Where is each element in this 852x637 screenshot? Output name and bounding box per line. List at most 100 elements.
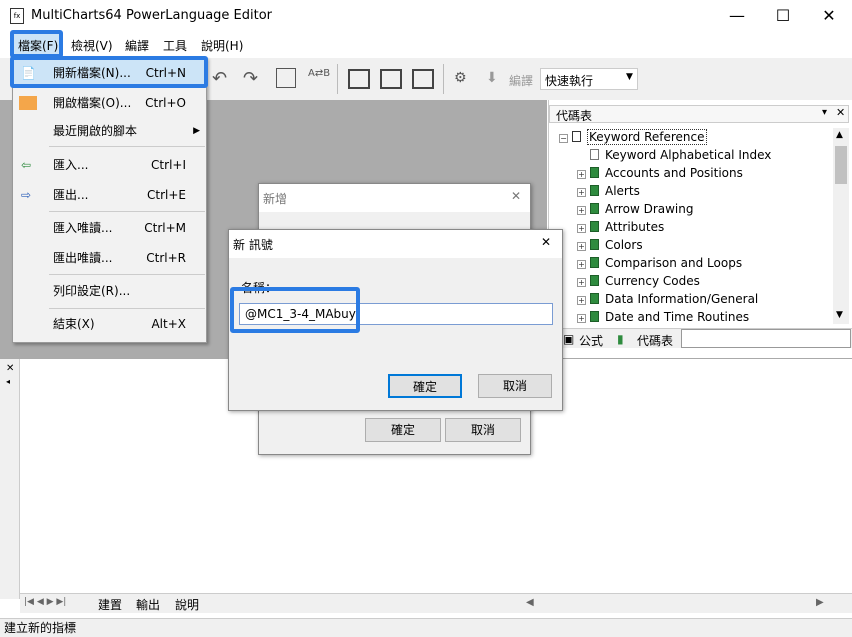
menu-item-import-readonly-shortcut: Ctrl+M — [144, 221, 186, 235]
tab-formula[interactable]: 公式 — [579, 332, 603, 349]
hscroll-right-icon[interactable]: ▶ — [816, 597, 824, 608]
menu-item-export-readonly-shortcut: Ctrl+R — [146, 251, 186, 265]
new-dialog-ok-button[interactable]: 確定 — [365, 418, 441, 442]
menu-item-recent-label: 最近開啟的腳本 — [53, 124, 138, 138]
book-icon — [590, 275, 599, 286]
tab-nav-icon[interactable]: |◀ ◀ ▶ ▶| — [24, 597, 66, 607]
tree-scrollbar[interactable]: ▲ ▼ — [833, 128, 849, 324]
submenu-arrow-icon: ▶ — [193, 126, 200, 136]
tree-item[interactable]: + Accounts and Positions — [577, 164, 743, 182]
menu-item-export-readonly[interactable]: 匯出唯讀... Ctrl+R — [13, 245, 206, 271]
import-icon: ⇦ — [21, 158, 32, 172]
compile-gear-icon[interactable]: ⚙ — [454, 70, 467, 86]
status-bar: 建立新的指標 — [0, 618, 852, 637]
tree-item[interactable]: + Data Information/General — [577, 290, 758, 308]
menu-item-open[interactable]: 開啟檔案(O)... Ctrl+O — [13, 90, 206, 116]
replace-icon[interactable]: A⇄B — [308, 68, 330, 79]
output-pin-icon[interactable]: ◂ — [6, 377, 10, 386]
tree-item-label: Keyword Alphabetical Index — [605, 148, 772, 162]
menu-file-highlight — [10, 30, 63, 58]
tree-item[interactable]: + Colors — [577, 236, 643, 254]
tab-output[interactable]: 輸出 — [136, 596, 160, 613]
tile-vertical-icon[interactable] — [412, 69, 434, 89]
close-button[interactable]: ✕ — [806, 0, 852, 32]
book-icon — [590, 293, 599, 304]
expand-icon[interactable]: + — [577, 206, 586, 215]
signal-ok-button[interactable]: 確定 — [388, 374, 462, 398]
expand-icon[interactable]: + — [577, 260, 586, 269]
tree-item[interactable]: +Keyword Alphabetical Index — [577, 146, 771, 164]
expand-icon[interactable]: + — [577, 188, 586, 197]
undo-icon[interactable]: ↶ — [212, 68, 227, 89]
signal-dialog-titlebar: 新 訊號 ✕ — [229, 230, 562, 258]
menu-item-export-readonly-label: 匯出唯讀... — [53, 251, 113, 265]
menu-item-exit-label: 結束(X) — [53, 317, 95, 331]
menu-tools[interactable]: 工具 — [163, 37, 187, 54]
file-menu: 📄 開新檔案(N)... Ctrl+N 開啟檔案(O)... Ctrl+O 最近… — [12, 57, 207, 343]
menu-separator — [49, 146, 205, 147]
tree-item[interactable]: + Attributes — [577, 218, 664, 236]
tab-codes[interactable]: 代碼表 — [637, 332, 673, 349]
tree-item[interactable]: + Date and Time Routines — [577, 308, 749, 326]
hscroll-left-icon[interactable]: ◀ — [526, 597, 534, 608]
menu-help[interactable]: 說明(H) — [201, 37, 243, 54]
menu-item-recent[interactable]: 最近開啟的腳本 ▶ — [13, 118, 206, 144]
signal-dialog-close-icon[interactable]: ✕ — [541, 235, 551, 249]
menu-item-import-readonly[interactable]: 匯入唯讀... Ctrl+M — [13, 215, 206, 241]
tree-root[interactable]: − Keyword Reference — [559, 128, 707, 146]
new-dialog-cancel-button[interactable]: 取消 — [445, 418, 521, 442]
tree-item-label: Date and Time Routines — [605, 310, 750, 324]
maximize-button[interactable]: ☐ — [760, 0, 806, 32]
menu-item-import[interactable]: ⇦ 匯入... Ctrl+I — [13, 152, 206, 178]
tree-item-label: Keyword Reference — [587, 129, 707, 145]
collapse-icon[interactable]: − — [559, 134, 568, 143]
book-icon — [590, 221, 599, 232]
tab-build[interactable]: 建置 — [98, 596, 122, 613]
menu-item-import-readonly-label: 匯入唯讀... — [53, 221, 113, 235]
tree-item[interactable]: + Alerts — [577, 182, 640, 200]
expand-icon[interactable]: + — [577, 242, 586, 251]
menu-item-exit-shortcut: Alt+X — [151, 317, 186, 331]
quick-exec-dropdown[interactable]: 快速執行 ▼ — [540, 68, 638, 90]
toolbar-separator — [443, 64, 444, 94]
expand-icon[interactable]: + — [577, 314, 586, 323]
scroll-down-icon[interactable]: ▼ — [836, 310, 843, 320]
new-dialog-titlebar: 新增 ✕ — [259, 184, 530, 212]
tree-item-label: Arrow Drawing — [605, 202, 694, 216]
output-close-icon[interactable]: ✕ — [6, 363, 14, 374]
panel-search-input[interactable] — [681, 329, 851, 348]
menu-compile[interactable]: 編譯 — [125, 37, 149, 54]
tree-item-label: Alerts — [605, 184, 640, 198]
menu-item-exit[interactable]: 結束(X) Alt+X — [13, 311, 206, 337]
window-cascade-icon[interactable] — [348, 69, 370, 89]
expand-icon[interactable]: + — [577, 278, 586, 287]
signal-cancel-button[interactable]: 取消 — [478, 374, 552, 398]
expand-icon[interactable]: + — [577, 296, 586, 305]
scroll-up-icon[interactable]: ▲ — [836, 130, 843, 140]
help-page-icon — [590, 149, 599, 160]
scroll-thumb[interactable] — [835, 146, 847, 184]
book-icon — [590, 203, 599, 214]
expand-icon[interactable]: + — [577, 224, 586, 233]
menu-item-print-setup[interactable]: 列印設定(R)... — [13, 278, 206, 304]
tree-item[interactable]: + Comparison and Loops — [577, 254, 742, 272]
keyword-panel: 代碼表 ▾ ✕ −Keyword Reference+Keyword Alpha… — [548, 100, 852, 348]
panel-close-icon[interactable]: ✕ — [836, 106, 845, 119]
redo-icon[interactable]: ↷ — [243, 68, 258, 89]
signal-dialog-title: 新 訊號 — [233, 238, 273, 252]
tab-help[interactable]: 說明 — [175, 596, 199, 613]
menu-view[interactable]: 檢視(V) — [71, 37, 113, 54]
app-icon: fx — [10, 8, 24, 24]
panel-title: 代碼表 — [556, 109, 593, 123]
new-dialog-close-icon[interactable]: ✕ — [511, 189, 521, 203]
tree-item[interactable]: + Arrow Drawing — [577, 200, 693, 218]
chevron-down-icon: ▼ — [626, 72, 633, 82]
minimize-button[interactable]: — — [714, 0, 760, 32]
tree-item[interactable]: + Currency Codes — [577, 272, 700, 290]
pin-icon[interactable]: ▾ — [822, 107, 827, 118]
menu-item-export[interactable]: ⇨ 匯出... Ctrl+E — [13, 182, 206, 208]
find-icon[interactable] — [276, 68, 296, 88]
tile-horizontal-icon[interactable] — [380, 69, 402, 89]
expand-icon[interactable]: + — [577, 170, 586, 179]
tree-item-label: Attributes — [605, 220, 665, 234]
